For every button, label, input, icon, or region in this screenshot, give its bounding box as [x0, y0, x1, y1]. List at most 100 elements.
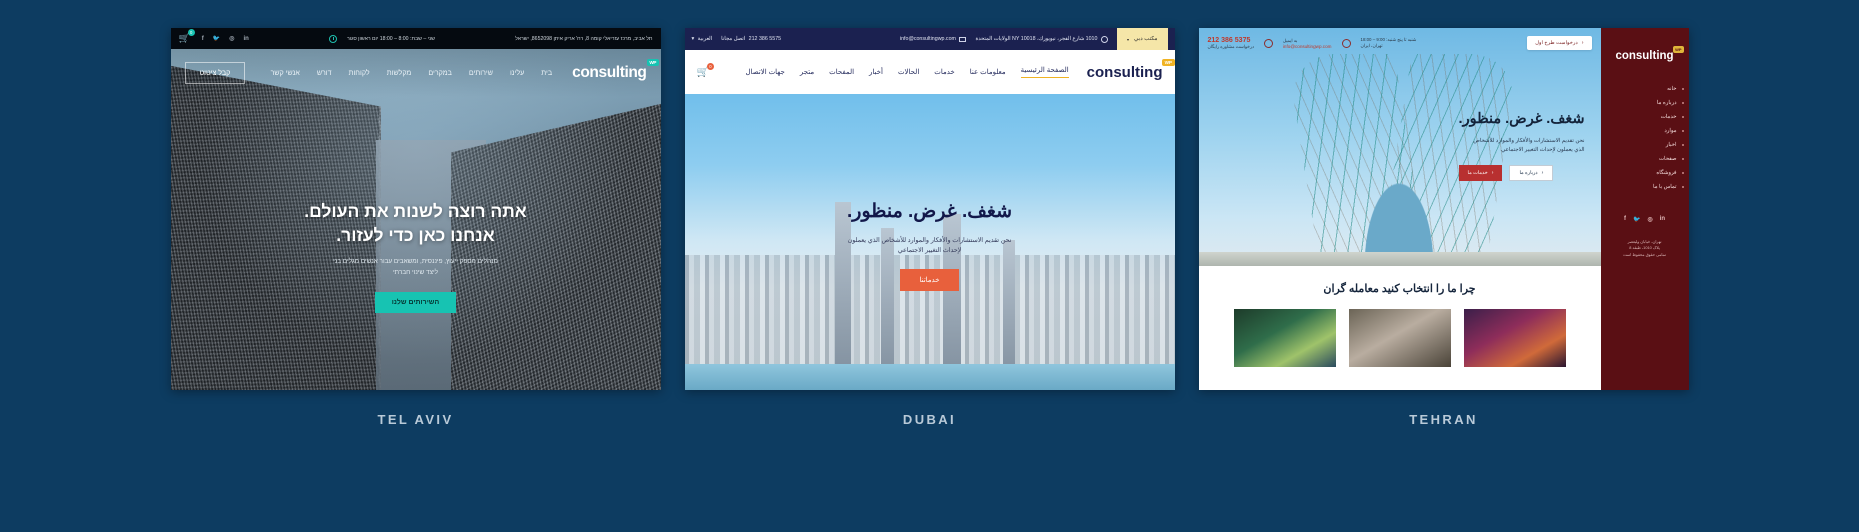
- hero-subtitle-line-2: الذي يعملون لإحداث التغيير الاجتماعي: [1501, 147, 1585, 154]
- nav-item-3[interactable]: במקרים: [428, 69, 452, 77]
- city-label-dubai: DUBAI: [902, 412, 957, 427]
- nav-item-2[interactable]: خدمات: [934, 68, 954, 76]
- hero-title: شغف. غرض. منظور.: [846, 201, 1013, 222]
- site-logo[interactable]: consulting WP: [572, 59, 659, 82]
- services-label: خدمات ما: [1467, 170, 1488, 177]
- chevron-down-icon: ▾: [1126, 36, 1129, 42]
- site-logo[interactable]: consulting WP: [1615, 46, 1684, 62]
- thumbnail-landscape-1[interactable]: [1233, 309, 1336, 367]
- sidebar-item-7[interactable]: تماس با ما: [1601, 184, 1684, 190]
- chevron-left-icon-primary: ‹: [1491, 170, 1494, 177]
- hero-title-line-2: אנחנו כאן כדי לעזור.: [336, 225, 495, 246]
- nav-links[interactable]: בית עלינו שירותים במקרים מקלשות לקוחות ד…: [245, 69, 553, 77]
- nav-item-2[interactable]: שירותים: [469, 69, 493, 77]
- topbar-phone-group[interactable]: 5375 386 212 درخواست مشاوره رایگان: [1208, 37, 1254, 50]
- chevron-left-icon-secondary: ‹: [1541, 170, 1544, 177]
- topbar-phone[interactable]: 5575 386 212: [749, 36, 781, 42]
- cart-icon[interactable]: 🛒 0: [697, 62, 714, 78]
- sidebar-item-5[interactable]: صفحات: [1601, 156, 1684, 162]
- demo-card-tel-aviv[interactable]: תל אביב, מרכז עזריאלי קומה 8, רח' אריק א…: [170, 28, 661, 427]
- office-selector[interactable]: مكتب دبي ▾: [1116, 28, 1168, 50]
- demo-card-dubai[interactable]: مكتب دبي ▾ 1010 شارع الفجر، نيويورك، NY …: [684, 28, 1175, 427]
- topbar-email[interactable]: info@consultingwp.com: [1283, 44, 1332, 49]
- topbar-phone[interactable]: 5375 386 212: [1208, 37, 1254, 44]
- tehran-sidebar: consulting WP خانه درباره ما خدمات موارد…: [1600, 28, 1689, 390]
- topbar-phone-group[interactable]: 5575 386 212 اتصل مجانا: [721, 36, 781, 42]
- sidebar-item-4[interactable]: اخبار: [1601, 142, 1684, 148]
- logo-badge: WP: [1673, 46, 1684, 53]
- nav-item-0[interactable]: בית: [541, 69, 552, 77]
- city-label-tehran: TEHRAN: [1409, 412, 1478, 427]
- sidebar-item-3[interactable]: موارد: [1601, 128, 1684, 134]
- request-quote-button[interactable]: ‹ درخواست طرح اول: [1527, 36, 1592, 50]
- hero-photo-azadi-tower: ‹ درخواست طرح اول شنبه تا پنج شنبه: 9:00…: [1198, 28, 1601, 266]
- hero-cta-button[interactable]: השירותים שלנו: [374, 291, 457, 313]
- language-label: العربية: [697, 36, 713, 42]
- nav-item-3[interactable]: الحالات: [898, 68, 919, 76]
- nav-item-1[interactable]: معلومات عنا: [970, 68, 1006, 76]
- nav-item-1[interactable]: עלינו: [510, 69, 524, 77]
- main-nav: consulting WP الصفحة الرئيسية معلومات عن…: [684, 50, 1175, 94]
- demo-preview-frame-tehran[interactable]: ‹ درخواست طرح اول شنبه تا پنج شنبه: 9:00…: [1198, 28, 1689, 390]
- nav-item-7[interactable]: جهات الاتصال: [745, 68, 784, 76]
- topbar-address: 1010 شارع الفجر، نيويورك، NY 10018 الولا…: [975, 36, 1098, 42]
- language-switcher[interactable]: العربية ▾: [692, 36, 713, 42]
- nav-item-0[interactable]: الصفحة الرئيسية: [1020, 66, 1069, 78]
- topbar-email-group[interactable]: به ایمیل info@consultingwp.com: [1283, 38, 1332, 49]
- thumbnail-portrait-2[interactable]: [1348, 309, 1451, 367]
- instagram-icon[interactable]: ◎: [229, 35, 234, 42]
- chevron-left-icon: ‹: [1581, 40, 1584, 46]
- hero-text: شغف. غرض. منظور. نحن تقديم الاستشارات وا…: [1458, 110, 1585, 182]
- sidebar-item-2[interactable]: خدمات: [1601, 114, 1684, 120]
- sidebar-item-1[interactable]: درباره ما: [1601, 100, 1684, 106]
- nav-item-5[interactable]: לקוחות: [349, 69, 370, 77]
- hero-section: consulting WP الصفحة الرئيسية معلومات عن…: [684, 50, 1175, 390]
- topbar-email-group[interactable]: info@consultingwp.com: [900, 36, 967, 42]
- sidebar-item-0[interactable]: خانه: [1601, 86, 1684, 92]
- nav-item-4[interactable]: أخبار: [869, 68, 883, 76]
- cart-icon[interactable]: 🛒 0: [179, 29, 195, 44]
- twitter-icon[interactable]: 🐦: [213, 35, 220, 42]
- nav-links[interactable]: الصفحة الرئيسية معلومات عنا خدمات الحالا…: [709, 66, 1069, 78]
- demo-card-tehran[interactable]: ‹ درخواست طرح اول شنبه تا پنج شنبه: 9:00…: [1198, 28, 1689, 427]
- nav-item-5[interactable]: المفحات: [829, 68, 854, 76]
- city-label-tel-aviv: TEL AVIV: [377, 412, 454, 427]
- topbar-email[interactable]: info@consultingwp.com: [900, 36, 956, 42]
- twitter-icon[interactable]: 🐦: [1633, 216, 1640, 223]
- why-choose-us-section: چرا ما را انتخاب کنید معامله گران: [1198, 266, 1601, 390]
- site-logo[interactable]: consulting WP: [1087, 58, 1175, 81]
- nav-item-6[interactable]: متجر: [800, 68, 814, 76]
- request-quote-label: درخواست طرح اول: [1535, 40, 1578, 46]
- sidebar-item-6[interactable]: فروشگاه: [1601, 170, 1684, 176]
- about-us-button[interactable]: ‹ درباره ما: [1509, 165, 1554, 182]
- location-pin-icon: [1100, 35, 1108, 43]
- hero-title-line-1: אתה רוצה לשנות את העולם.: [304, 201, 527, 221]
- linkedin-icon[interactable]: in: [1660, 216, 1665, 223]
- instagram-icon[interactable]: ◎: [1647, 216, 1652, 223]
- nav-item-7[interactable]: אנשי קשר: [271, 69, 300, 77]
- demo-preview-frame-dubai[interactable]: مكتب دبي ▾ 1010 شارع الفجر، نيويورك، NY …: [684, 28, 1175, 390]
- chevron-down-icon-2: ▾: [691, 36, 695, 42]
- waterfront: [684, 364, 1175, 390]
- nav-item-4[interactable]: מקלשות: [387, 69, 412, 77]
- cart-count-badge: 0: [706, 62, 714, 70]
- social-links[interactable]: f 🐦 ◎ in: [202, 35, 249, 43]
- envelope-icon: [1263, 38, 1273, 48]
- linkedin-icon[interactable]: in: [243, 36, 248, 42]
- get-quote-button[interactable]: קבל ציטוט: [184, 62, 246, 84]
- sidebar-footer: تهران، خیابان ولیعصر پلاک 1010، طبقه 8 ت…: [1617, 239, 1672, 258]
- demo-preview-frame-tel-aviv[interactable]: תל אביב, מרכז עזריאלי קומה 8, רח' אריק א…: [170, 28, 661, 390]
- hero-subtitle-line-1: מנהלים מספק ייעוץ, פיננסית, ומשאבים עבור…: [333, 258, 498, 266]
- facebook-icon[interactable]: f: [202, 36, 204, 42]
- nav-item-6[interactable]: דורש: [317, 69, 332, 77]
- clock-icon: [329, 34, 338, 43]
- hero-cta-button[interactable]: خدماتنا: [900, 269, 959, 292]
- sidebar-nav[interactable]: خانه درباره ما خدمات موارد اخبار صفحات ف…: [1601, 86, 1689, 190]
- services-button[interactable]: ‹ خدمات ما: [1458, 165, 1503, 182]
- topbar-address: תל אביב, מרכז עזריאלי קומה 8, רח' אריק א…: [515, 35, 653, 42]
- topbar: תל אביב, מרכז עזריאלי קומה 8, רח' אריק א…: [170, 28, 661, 49]
- topbar-phone-label: درخواست مشاوره رایگان: [1207, 43, 1254, 49]
- sidebar-social-links[interactable]: in ◎ 🐦 f: [1624, 216, 1665, 223]
- thumbnail-city-3[interactable]: [1463, 309, 1566, 367]
- facebook-icon[interactable]: f: [1624, 216, 1626, 223]
